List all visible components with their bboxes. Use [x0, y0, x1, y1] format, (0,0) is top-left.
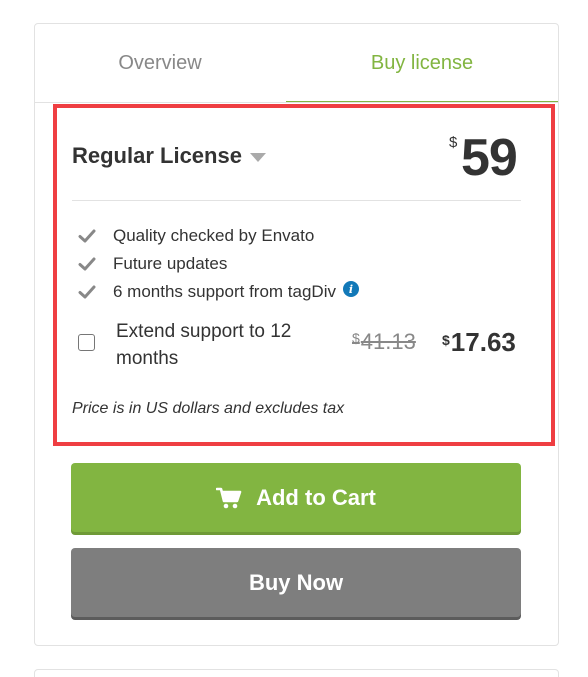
license-price: 59	[461, 129, 518, 187]
price-currency: $	[449, 134, 458, 151]
tab-buy-license[interactable]: Buy license	[286, 24, 558, 102]
check-icon	[78, 257, 96, 271]
old-price-value: 41.13	[360, 329, 416, 354]
price-divider	[72, 200, 521, 201]
add-to-cart-label: Add to Cart	[256, 484, 376, 510]
tab-overview[interactable]: Overview	[35, 24, 285, 102]
extend-support-label[interactable]: Extend support to 12 months	[116, 318, 346, 372]
tax-note: Price is in US dollars and excludes tax	[72, 400, 345, 417]
add-to-cart-button[interactable]: Add to Cart	[71, 463, 521, 532]
feature-label: Quality checked by Envato	[113, 226, 315, 245]
caret-down-icon	[249, 152, 266, 162]
feature-list: Quality checked by Envato Future updates…	[78, 222, 359, 306]
cart-icon	[216, 487, 242, 508]
check-icon	[78, 229, 96, 243]
check-icon	[78, 285, 96, 299]
buy-now-label: Buy Now	[248, 569, 344, 595]
feature-label: 6 months support from tagDiv	[113, 282, 336, 301]
license-selector[interactable]: Regular License	[72, 143, 266, 169]
info-icon[interactable]: i	[342, 281, 359, 297]
feature-item: 6 months support from tagDiv i	[78, 278, 359, 306]
tabs-divider	[35, 102, 558, 103]
extend-support-checkbox[interactable]	[78, 334, 95, 351]
old-price: $41.13	[352, 329, 416, 355]
new-price: $17.63	[442, 327, 516, 358]
license-title: Regular License	[72, 143, 242, 168]
next-card	[34, 669, 559, 677]
feature-label: Future updates	[113, 254, 228, 273]
buy-now-button[interactable]: Buy Now	[71, 548, 521, 617]
feature-item: Future updates	[78, 250, 359, 278]
feature-item: Quality checked by Envato	[78, 222, 359, 250]
new-price-value: 17.63	[450, 327, 516, 357]
new-price-currency: $	[442, 332, 450, 348]
tab-bar: Overview Buy license	[35, 24, 558, 103]
old-price-currency: $	[352, 330, 360, 346]
